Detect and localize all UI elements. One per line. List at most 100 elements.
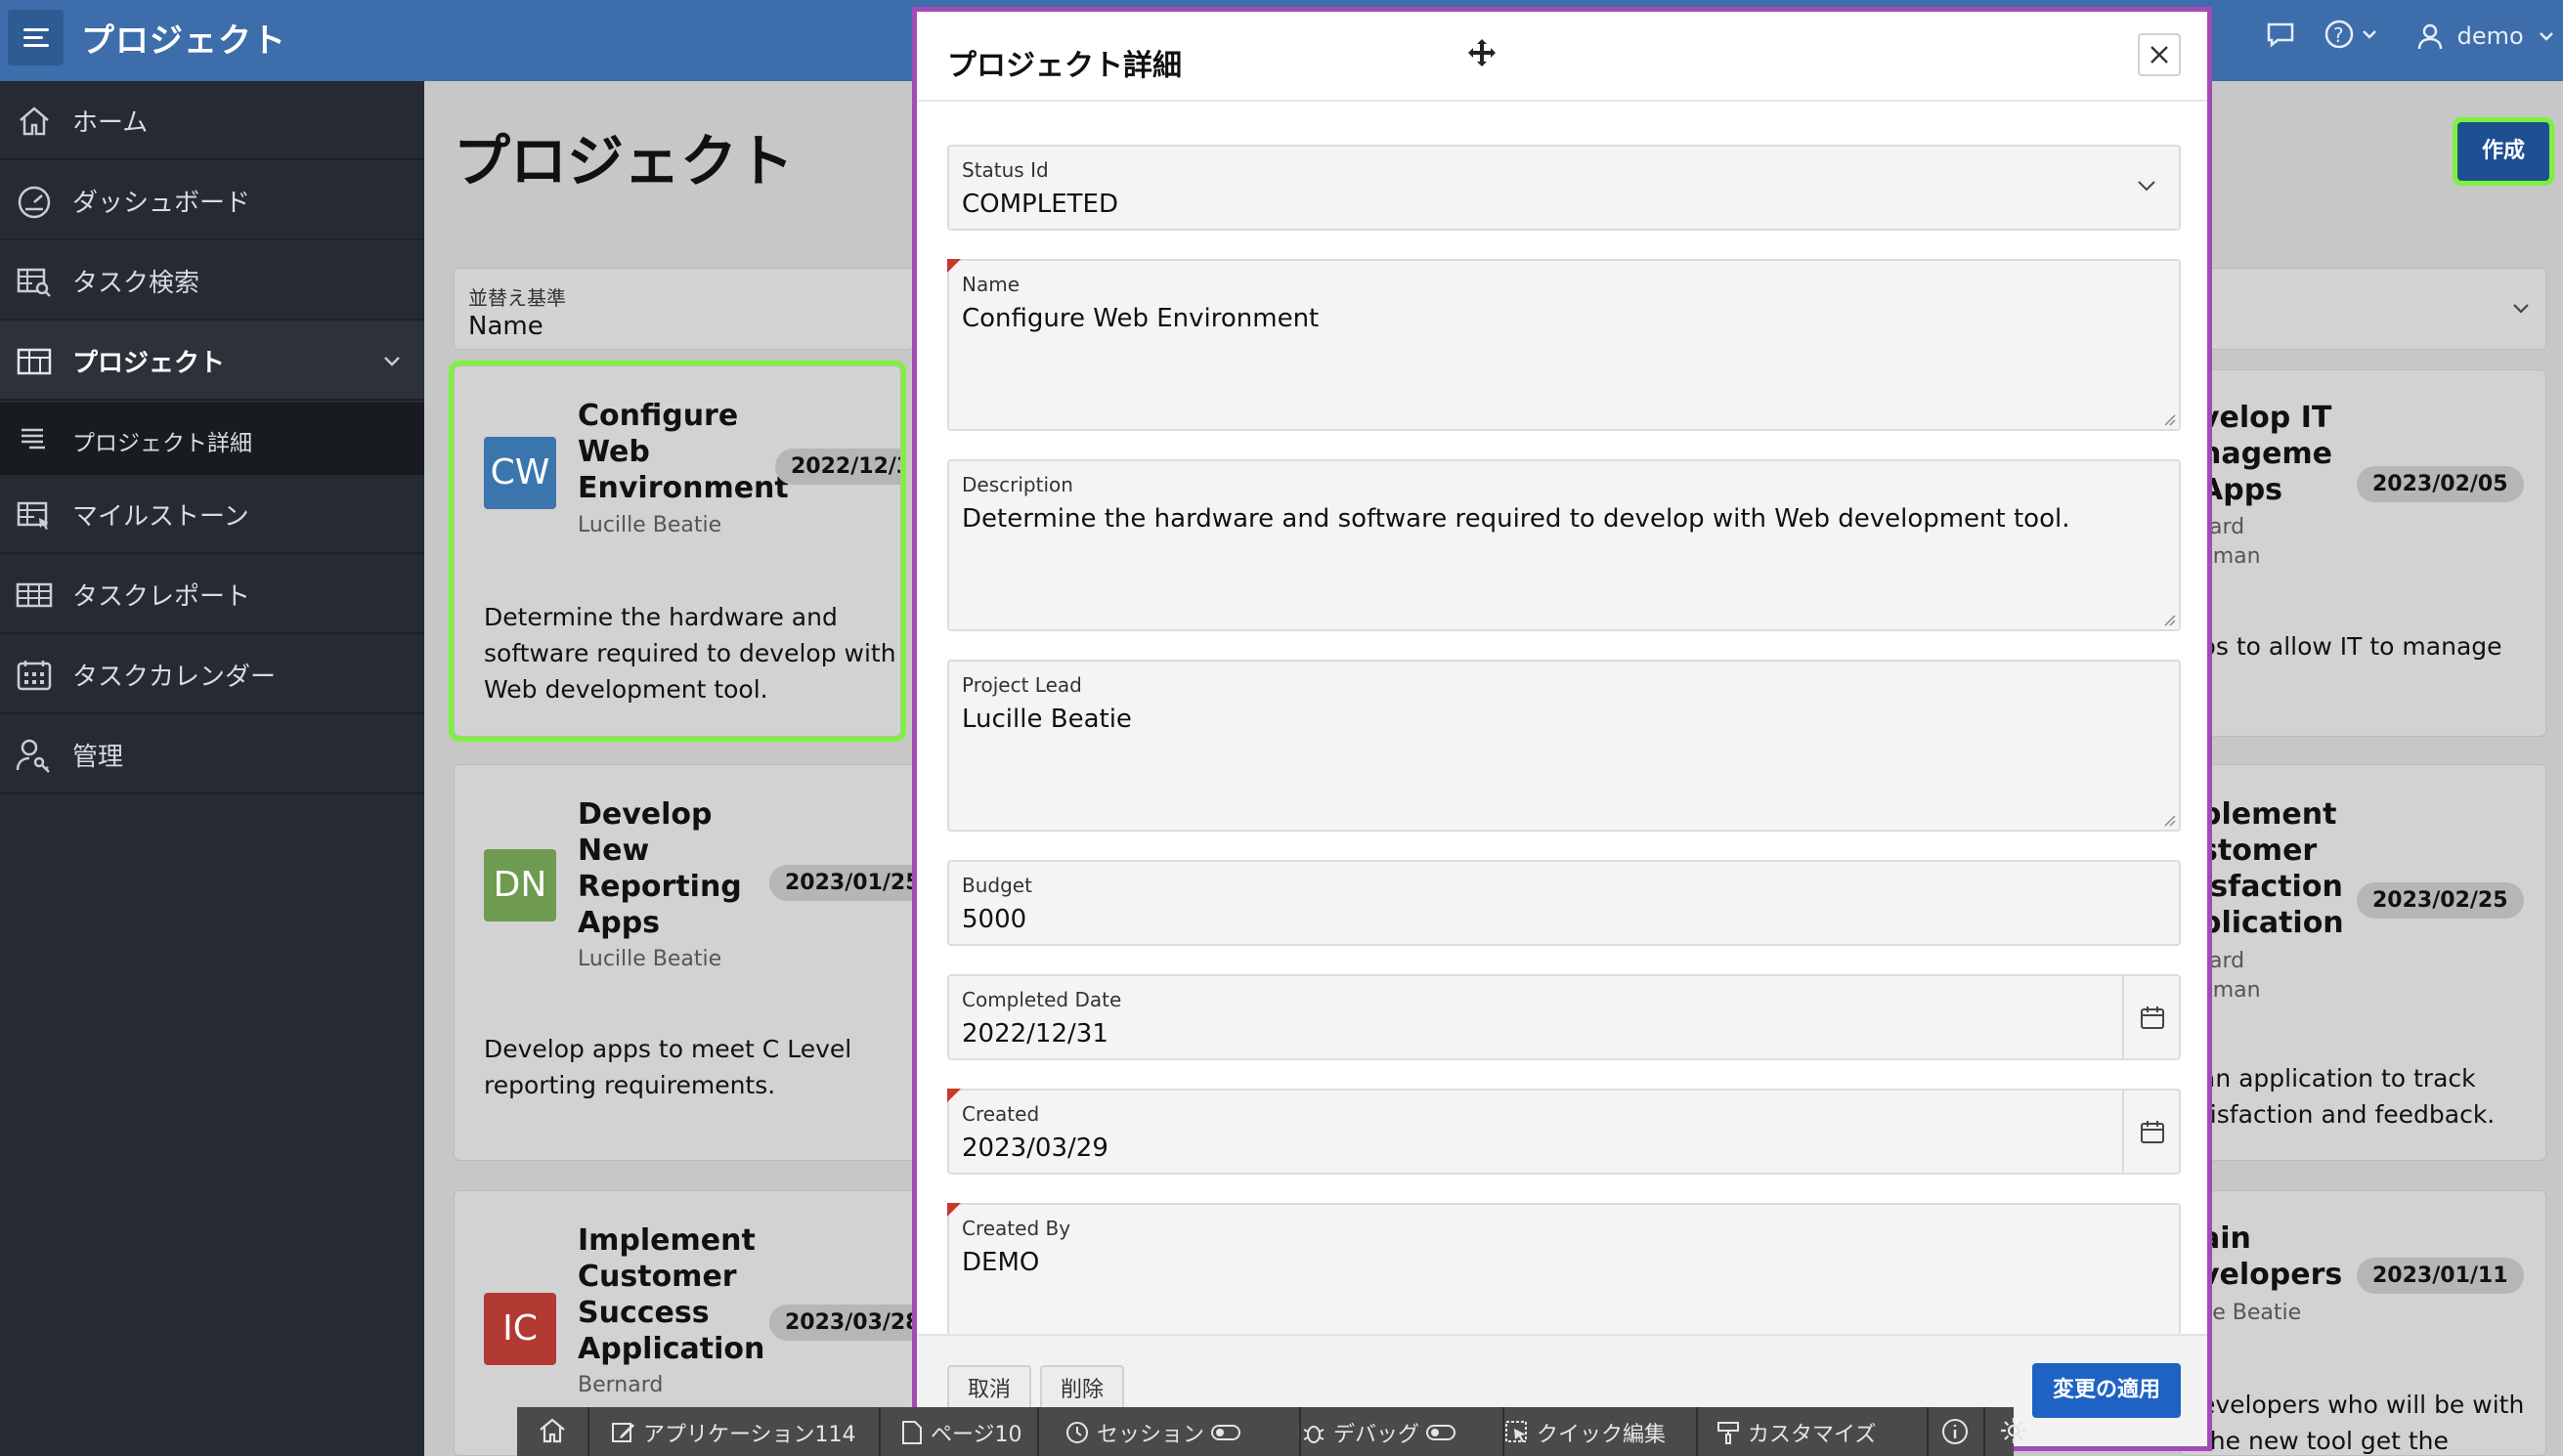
sidebar-item-label: プロジェクト xyxy=(72,349,226,378)
card-title[interactable]: Implement Customer Success Application xyxy=(578,1222,764,1367)
card-lead: rard kman xyxy=(2200,515,2261,569)
dialog-title: プロジェクト詳細 xyxy=(947,49,1182,83)
devbar-application[interactable]: アプリケーション114 xyxy=(611,1417,856,1448)
resize-handle-icon[interactable] xyxy=(2162,813,2176,827)
devbar-quick-edit[interactable]: クイック編集 xyxy=(1504,1417,1666,1448)
project-card[interactable]: DN Develop New Reporting Apps Lucille Be… xyxy=(454,764,923,1161)
budget-input[interactable]: Budget 5000 xyxy=(947,860,2181,946)
devbar-label: セッション xyxy=(1097,1423,1205,1447)
card-date-badge: 2023/01/11 xyxy=(2357,1258,2524,1294)
created-date-input[interactable]: Created 2023/03/29 xyxy=(947,1089,2181,1175)
project-card[interactable]: velop IT nageme Apps rard kman 2023/02/0… xyxy=(2180,369,2546,737)
sidebar-item-dashboard[interactable]: ダッシュボード xyxy=(0,161,424,240)
field-label: Created xyxy=(962,1102,1040,1126)
calendar-button[interactable] xyxy=(2122,1091,2179,1173)
project-card[interactable]: ain velopers ile Beatie 2023/01/11 evelo… xyxy=(2180,1190,2546,1456)
card-title[interactable]: plement stomer isfaction plication xyxy=(2200,796,2344,941)
card-lead: Lucille Beatie xyxy=(578,947,722,971)
menu-toggle-button[interactable] xyxy=(8,10,64,65)
list-icon xyxy=(22,428,45,450)
sidebar-item-admin[interactable]: 管理 xyxy=(0,715,424,794)
devbar-session[interactable]: セッション xyxy=(1064,1417,1241,1448)
devbar-label: カスタマイズ xyxy=(1748,1423,1877,1447)
close-button[interactable] xyxy=(2138,33,2181,76)
field-label: Project Lead xyxy=(962,673,1082,697)
svg-text:?: ? xyxy=(2333,23,2344,47)
user-name: demo xyxy=(2456,22,2524,50)
devbar-label: クイック編集 xyxy=(1537,1423,1667,1447)
table-cursor-icon xyxy=(17,501,49,530)
table-search-icon xyxy=(17,268,51,297)
field-label: Description xyxy=(962,473,1073,496)
user-menu-button[interactable]: demo xyxy=(2416,21,2556,50)
card-title[interactable]: Configure Web Environment xyxy=(578,398,789,506)
info-icon[interactable] xyxy=(1940,1417,1970,1452)
field-value: Lucille Beatie xyxy=(962,705,1132,734)
project-lead-textarea[interactable]: Project Lead Lucille Beatie xyxy=(947,660,2181,832)
chevron-down-icon xyxy=(2540,32,2554,41)
sort-select[interactable]: 並替え基準 Name xyxy=(454,268,913,350)
field-value: 5000 xyxy=(962,905,1027,934)
devbar-page[interactable]: ページ10 xyxy=(900,1417,1022,1448)
calendar-button[interactable] xyxy=(2122,976,2179,1058)
sidebar-item-home[interactable]: ホーム xyxy=(0,81,424,160)
help-menu-button[interactable]: ? xyxy=(2323,18,2391,57)
sidebar-item-label: タスク検索 xyxy=(72,269,200,298)
sort-select-dropdown[interactable] xyxy=(2180,268,2546,350)
clock-icon xyxy=(1066,1422,1088,1443)
project-card[interactable]: CW Configure Web Environment Lucille Bea… xyxy=(449,361,906,742)
gauge-icon xyxy=(18,186,51,219)
field-value: 2022/12/31 xyxy=(962,1019,1108,1049)
sidebar-item-task-search[interactable]: タスク検索 xyxy=(0,241,424,321)
status-select[interactable]: Status Id COMPLETED xyxy=(947,145,2181,231)
home-icon[interactable] xyxy=(537,1415,568,1452)
sidebar-item-milestones[interactable]: マイルストーン xyxy=(0,475,424,554)
card-lead: Lucille Beatie xyxy=(578,513,722,537)
apply-changes-button[interactable]: 変更の適用 xyxy=(2032,1363,2181,1418)
card-description: ps to allow IT to manage xyxy=(2200,632,2502,661)
card-date-badge: 2022/12/31 xyxy=(775,449,900,485)
sidebar-item-task-calendar[interactable]: タスクカレンダー xyxy=(0,635,424,714)
sort-label: 並替え基準 xyxy=(468,286,566,310)
card-date-badge: 2023/01/25 xyxy=(769,865,922,901)
card-description: Determine the hardware and software requ… xyxy=(484,603,896,704)
field-label: Name xyxy=(962,273,1021,296)
resize-handle-icon[interactable] xyxy=(2162,613,2176,626)
sidebar-item-task-report[interactable]: タスクレポート xyxy=(0,555,424,634)
chevron-down-icon xyxy=(2513,304,2529,314)
completed-date-input[interactable]: Completed Date 2022/12/31 xyxy=(947,974,2181,1060)
move-icon[interactable] xyxy=(1466,37,1498,68)
project-detail-dialog: プロジェクト詳細 Status Id COMPLETED Name Config… xyxy=(912,7,2212,1451)
edit-icon xyxy=(612,1423,634,1442)
card-title[interactable]: velop IT nageme Apps xyxy=(2200,400,2337,508)
name-textarea[interactable]: Name Configure Web Environment xyxy=(947,259,2181,431)
sidebar: ホーム ダッシュボード タスク検索 プロジェクト プロジェクト詳細 マイルストー… xyxy=(0,81,424,1456)
calendar-grid-icon xyxy=(17,661,52,691)
card-title[interactable]: Develop New Reporting Apps xyxy=(578,796,763,941)
devbar-customize[interactable]: カスタマイズ xyxy=(1716,1417,1876,1448)
devbar-label: アプリケーション114 xyxy=(643,1423,856,1447)
app-title[interactable]: プロジェクト xyxy=(81,14,286,62)
dialog-header[interactable]: プロジェクト詳細 xyxy=(917,12,2207,102)
sidebar-item-projects[interactable]: プロジェクト xyxy=(0,321,424,401)
chevron-down-icon[interactable] xyxy=(381,353,403,370)
settings-gear-icon[interactable] xyxy=(1998,1415,2029,1450)
created-by-textarea[interactable]: Created By DEMO xyxy=(947,1203,2181,1349)
user-icon xyxy=(2417,23,2443,50)
sidebar-item-label: プロジェクト詳細 xyxy=(72,431,252,456)
sidebar-item-project-details[interactable]: プロジェクト詳細 xyxy=(0,403,424,475)
card-title[interactable]: ain velopers xyxy=(2200,1220,2342,1293)
resize-handle-icon[interactable] xyxy=(2162,412,2176,426)
devbar-debug[interactable]: デバッグ xyxy=(1301,1417,1456,1448)
sidebar-item-label: ダッシュボード xyxy=(72,189,251,218)
chevron-down-icon xyxy=(2138,181,2155,192)
project-card[interactable]: plement stomer isfaction plication rard … xyxy=(2180,764,2546,1161)
toggle-icon xyxy=(1426,1425,1456,1440)
description-textarea[interactable]: Description Determine the hardware and s… xyxy=(947,459,2181,631)
page-edit-icon xyxy=(902,1421,922,1444)
create-button[interactable]: 作成 xyxy=(2453,117,2554,186)
field-value: Determine the hardware and software requ… xyxy=(962,504,2070,534)
feedback-icon[interactable] xyxy=(2264,18,2297,57)
avatar: IC xyxy=(484,1293,556,1365)
sidebar-item-label: マイルストーン xyxy=(72,502,249,532)
